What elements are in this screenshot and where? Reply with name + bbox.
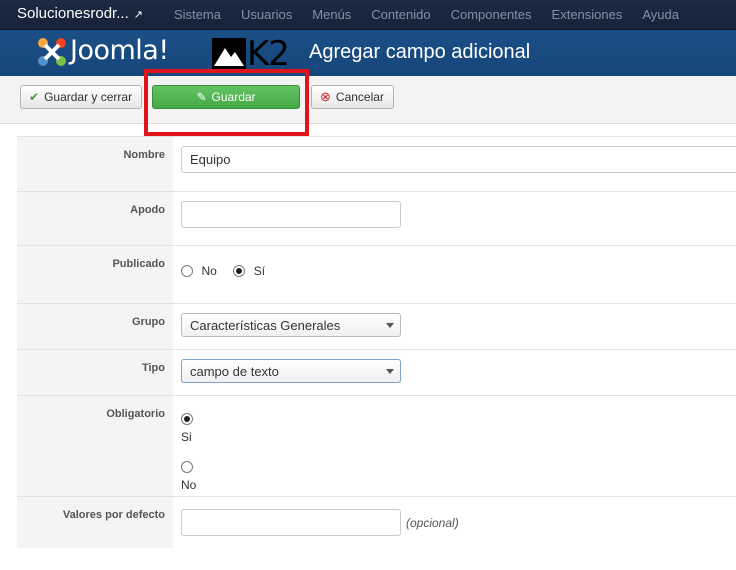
publicado-si-label: Sí — [253, 263, 266, 278]
save-and-close-button[interactable]: ✔ Guardar y cerrar — [20, 85, 142, 109]
site-link[interactable]: Solucionesrodr... ↗ — [17, 5, 143, 22]
valores-label: Valores por defecto — [62, 509, 165, 521]
row-nombre: Nombre Equipo — [17, 136, 736, 191]
obligatorio-no-radio[interactable] — [181, 460, 193, 473]
external-link-icon: ↗ — [133, 9, 143, 21]
cancel-label: Cancelar — [335, 90, 384, 104]
grupo-value: Características Generales — [190, 318, 341, 333]
row-publicado: Publicado No Sí — [17, 245, 736, 303]
checkmark-icon: ✔ — [29, 90, 40, 104]
toolbar: ✔ Guardar y cerrar ✎ Guardar ⊗ Cancelar — [0, 76, 736, 124]
k2-logo: K2 — [212, 34, 294, 74]
valores-input[interactable] — [181, 509, 401, 536]
chevron-down-icon — [386, 369, 394, 374]
row-grupo: Grupo Características Generales — [17, 303, 736, 349]
menu-item-menus[interactable]: Menús — [312, 7, 351, 22]
row-obligatorio: Obligatorio Si No — [17, 395, 736, 496]
highlight-annotation — [144, 69, 309, 136]
tipo-select[interactable]: campo de texto — [181, 359, 401, 383]
page-header: Joomla! K2 Agregar campo adicional — [0, 30, 736, 76]
menu-item-ayuda[interactable]: Ayuda — [642, 7, 679, 22]
tipo-label: Tipo — [141, 362, 165, 374]
menu-item-componentes[interactable]: Componentes — [451, 7, 532, 22]
menu-item-usuarios[interactable]: Usuarios — [241, 7, 292, 22]
apodo-input[interactable] — [181, 201, 401, 228]
obligatorio-label: Obligatorio — [106, 408, 165, 420]
k2-logo-text: K2 — [247, 34, 290, 74]
nombre-input[interactable]: Equipo — [181, 146, 736, 173]
save-and-close-label: Guardar y cerrar — [44, 90, 133, 104]
page-title: Agregar campo adicional — [309, 41, 531, 63]
cancel-button[interactable]: ⊗ Cancelar — [311, 85, 394, 109]
row-tipo: Tipo campo de texto — [17, 349, 736, 395]
extra-field-form: Nombre Equipo Apodo Publicado No Sí Grup… — [17, 136, 736, 548]
main-menu: Sistema Usuarios Menús Contenido Compone… — [164, 7, 689, 22]
valores-hint: (opcional) — [406, 515, 459, 530]
obligatorio-si-label: Si — [181, 430, 192, 444]
menu-item-contenido[interactable]: Contenido — [371, 7, 430, 22]
menu-item-extensiones[interactable]: Extensiones — [552, 7, 623, 22]
site-name: Solucionesrodr... — [17, 5, 129, 22]
chevron-down-icon — [386, 323, 394, 328]
publicado-label: Publicado — [112, 258, 165, 270]
apodo-label: Apodo — [130, 204, 165, 216]
nombre-label: Nombre — [123, 149, 165, 161]
cancel-circle-icon: ⊗ — [320, 89, 331, 104]
obligatorio-no-label: No — [181, 478, 197, 492]
top-navbar: Solucionesrodr... ↗ Sistema Usuarios Menú… — [0, 0, 736, 30]
tipo-value: campo de texto — [190, 364, 279, 379]
obligatorio-si-radio[interactable] — [181, 412, 193, 425]
publicado-no-radio[interactable] — [181, 264, 193, 277]
joomla-logo-text: Joomla! — [70, 35, 169, 66]
publicado-no-label: No — [201, 263, 217, 278]
publicado-si-radio[interactable] — [233, 264, 246, 277]
row-apodo: Apodo — [17, 191, 736, 245]
grupo-select[interactable]: Características Generales — [181, 313, 401, 337]
row-valores-por-defecto: Valores por defecto (opcional) — [17, 496, 736, 548]
menu-item-sistema[interactable]: Sistema — [174, 7, 221, 22]
joomla-logo-icon — [38, 38, 66, 66]
grupo-label: Grupo — [132, 316, 165, 328]
